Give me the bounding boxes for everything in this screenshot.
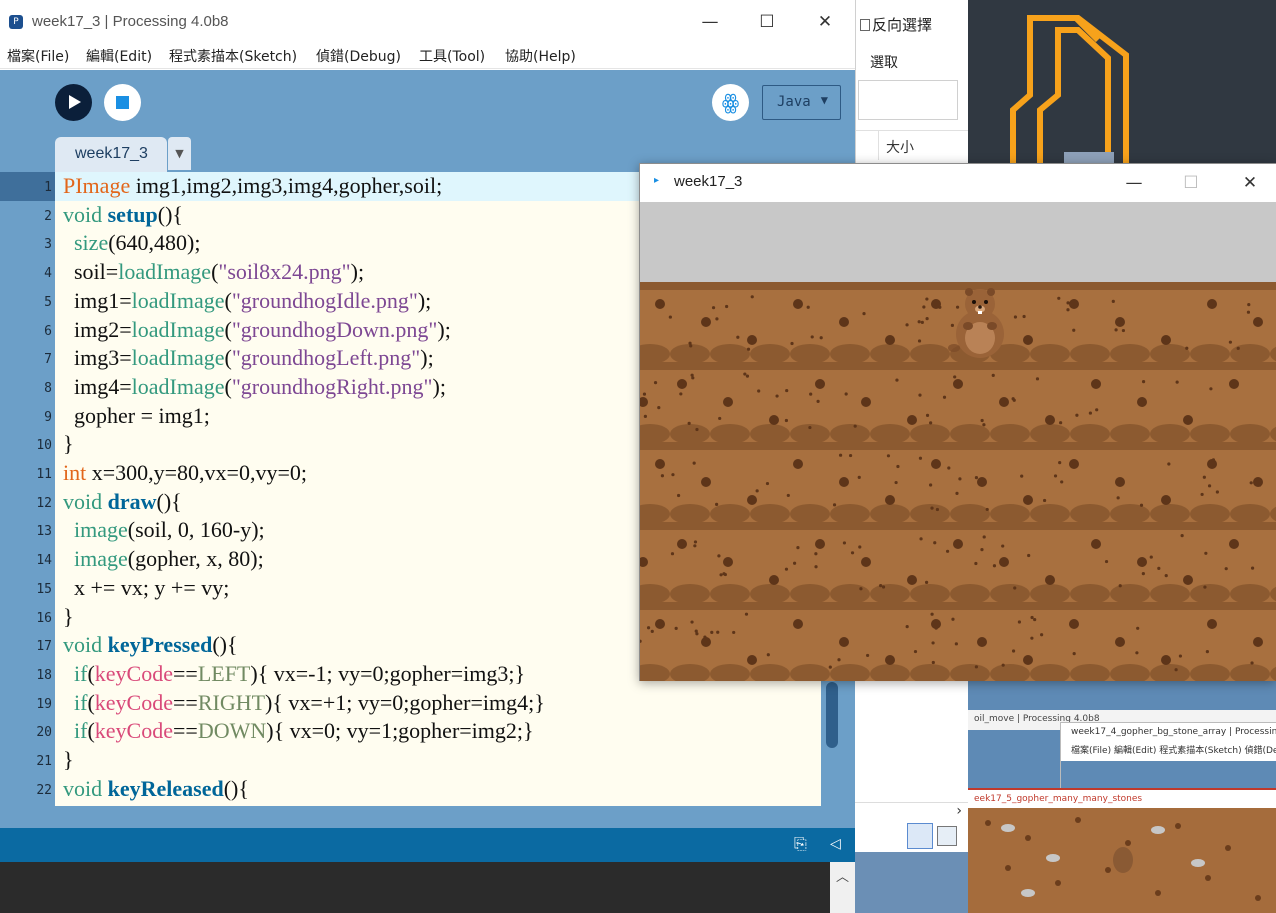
line-number: 1	[44, 180, 52, 195]
line-number: 7	[44, 352, 52, 368]
line-number: 14	[36, 553, 52, 569]
code-line[interactable]: img2=loadImage("groundhogDown.png");	[63, 317, 451, 343]
line-number: 8	[44, 380, 52, 396]
dropdown-arrow-icon: ▼	[820, 93, 828, 107]
menu-help[interactable]: 協助(Help)	[505, 46, 576, 66]
line-number: 10	[36, 438, 52, 454]
select-group-label: 選取	[870, 55, 898, 71]
line-number: 12	[36, 495, 52, 511]
line-number: 16	[36, 610, 52, 626]
collapse-icon[interactable]: ◁	[830, 836, 841, 852]
preview-window-title[interactable]: eek17_5_gopher_many_many_stones	[968, 788, 1276, 808]
code-line[interactable]: img3=loadImage("groundhogLeft.png");	[63, 345, 434, 371]
maximize-icon[interactable]: ☐	[1179, 171, 1203, 195]
code-line[interactable]: size(640,480);	[63, 230, 200, 256]
code-line[interactable]: void setup(){	[63, 202, 183, 228]
code-line[interactable]: if(keyCode==LEFT){ vx=-1; vy=0;gopher=im…	[63, 661, 525, 687]
thumbnail-view-icon[interactable]	[937, 826, 957, 846]
line-number: 22	[36, 782, 52, 798]
preview-soil-image	[968, 808, 1276, 913]
code-line[interactable]: soil=loadImage("soil8x24.png");	[63, 259, 364, 285]
line-number: 5	[44, 294, 52, 310]
scrollbar-thumb[interactable]	[826, 682, 838, 748]
preview-window-title: week17_4_gopher_bg_stone_array | Process…	[1071, 727, 1276, 737]
chevron-right-icon[interactable]: ›	[956, 803, 962, 819]
line-number-gutter: 1 2 3 4 5 6 7 8 9 10 11 12 13 14 15 16 17 18 19 20 21 22	[0, 172, 55, 806]
line-number: 17	[36, 639, 52, 655]
line-number: 21	[36, 754, 52, 769]
line-number: 20	[36, 725, 52, 741]
code-line[interactable]: x += vx; y += vy;	[63, 575, 229, 601]
line-number: 18	[36, 667, 52, 683]
code-line[interactable]: image(gopher, x, 80);	[63, 546, 264, 572]
line-number: 3	[44, 237, 52, 253]
console-toggle-icon[interactable]: ⎘	[794, 834, 814, 856]
tab-week17_3[interactable]: week17_3	[55, 137, 167, 172]
tab-menu-arrow-icon[interactable]: ▼	[168, 137, 191, 170]
ide-title-bar[interactable]: P week17_3 | Processing 4.0b8 — ☐ ✕	[0, 0, 855, 44]
status-bar: ⎘ ◁	[0, 828, 855, 862]
menu-edit[interactable]: 編輯(Edit)	[86, 46, 152, 66]
menu-tool[interactable]: 工具(Tool)	[419, 46, 485, 66]
window-title: week17_3 | Processing 4.0b8	[32, 13, 229, 30]
processing-app-icon: P	[9, 15, 23, 29]
stop-button[interactable]	[104, 84, 141, 121]
line-number: 13	[36, 524, 52, 540]
code-line[interactable]: if(keyCode==RIGHT){ vx=+1; vy=0;gopher=i…	[63, 690, 545, 716]
line-number: 11	[36, 467, 52, 482]
sketch-title-bar[interactable]: ▸ week17_3 — ☐ ✕	[640, 164, 1276, 202]
menu-file[interactable]: 檔案(File)	[7, 46, 69, 66]
sketch-canvas[interactable]	[640, 202, 1276, 681]
code-line[interactable]: img1=loadImage("groundhogIdle.png");	[63, 288, 431, 314]
code-line[interactable]: img4=loadImage("groundhogRight.png");	[63, 374, 446, 400]
line-number: 4	[44, 266, 52, 282]
line-number: 2	[44, 208, 52, 224]
mode-selector[interactable]: Java ▼	[762, 85, 841, 120]
sketch-window: ▸ week17_3 — ☐ ✕	[639, 163, 1276, 681]
code-line[interactable]: }	[63, 747, 74, 773]
code-line[interactable]: image(soil, 0, 160-y);	[63, 517, 265, 543]
run-button[interactable]	[55, 84, 92, 121]
code-line[interactable]: }	[63, 604, 74, 630]
code-line[interactable]: void keyPressed(){	[63, 632, 238, 658]
debugger-butterfly-icon[interactable]: ꙮ	[712, 84, 749, 121]
sketch-window-title: week17_3	[674, 173, 743, 190]
minimize-icon[interactable]: —	[698, 10, 722, 34]
size-column-header[interactable]: 大小	[856, 130, 971, 160]
background-file-explorer: 反向選擇 選取 大小	[855, 0, 971, 165]
code-line[interactable]: }	[63, 431, 74, 457]
code-line[interactable]: void keyReleased(){	[63, 776, 249, 802]
code-line[interactable]: if(keyCode==DOWN){ vx=0; vy=1;gopher=img…	[63, 718, 534, 744]
code-line[interactable]: void draw(){	[63, 489, 182, 515]
line-number: 15	[36, 581, 52, 597]
maximize-icon[interactable]: ☐	[755, 10, 779, 34]
console-area: ︿	[0, 862, 855, 913]
explorer-search-box[interactable]	[858, 80, 958, 120]
editor-footer	[0, 806, 855, 828]
line-number: 19	[36, 696, 52, 712]
invert-selection-item[interactable]: 反向選擇	[860, 14, 932, 35]
menu-debug[interactable]: 偵錯(Debug)	[316, 46, 401, 66]
menu-sketch[interactable]: 程式素描本(Sketch)	[169, 46, 297, 66]
close-icon[interactable]: ✕	[813, 10, 837, 34]
details-view-icon[interactable]	[907, 823, 933, 849]
menu-bar: 檔案(File) 編輯(Edit) 程式素描本(Sketch) 偵錯(Debug…	[0, 44, 855, 69]
line-number: 6	[44, 323, 52, 339]
sketch-app-icon: ▸	[654, 175, 660, 186]
background-desktop-image	[968, 0, 1276, 165]
code-line[interactable]: gopher = img1;	[63, 403, 210, 429]
background-taskbar-previews: › oil_move | Processing 4.0b8 week17_4_g…	[855, 680, 1276, 913]
line-number: 9	[44, 409, 52, 425]
close-icon[interactable]: ✕	[1238, 171, 1262, 195]
code-line[interactable]: PImage img1,img2,img3,img4,gopher,soil;	[63, 173, 442, 199]
preview-window[interactable]: week17_4_gopher_bg_stone_array | Process…	[1060, 722, 1276, 793]
groundhog-sprite	[948, 288, 1004, 358]
minimize-icon[interactable]: —	[1122, 171, 1146, 195]
code-line[interactable]: int x=300,y=80,vx=0,vy=0;	[63, 460, 307, 486]
scroll-up-icon[interactable]: ︿	[830, 862, 855, 913]
preview-window-menu: 檔案(File) 編輯(Edit) 程式素描本(Sketch) 偵錯(Deb	[1071, 746, 1276, 756]
